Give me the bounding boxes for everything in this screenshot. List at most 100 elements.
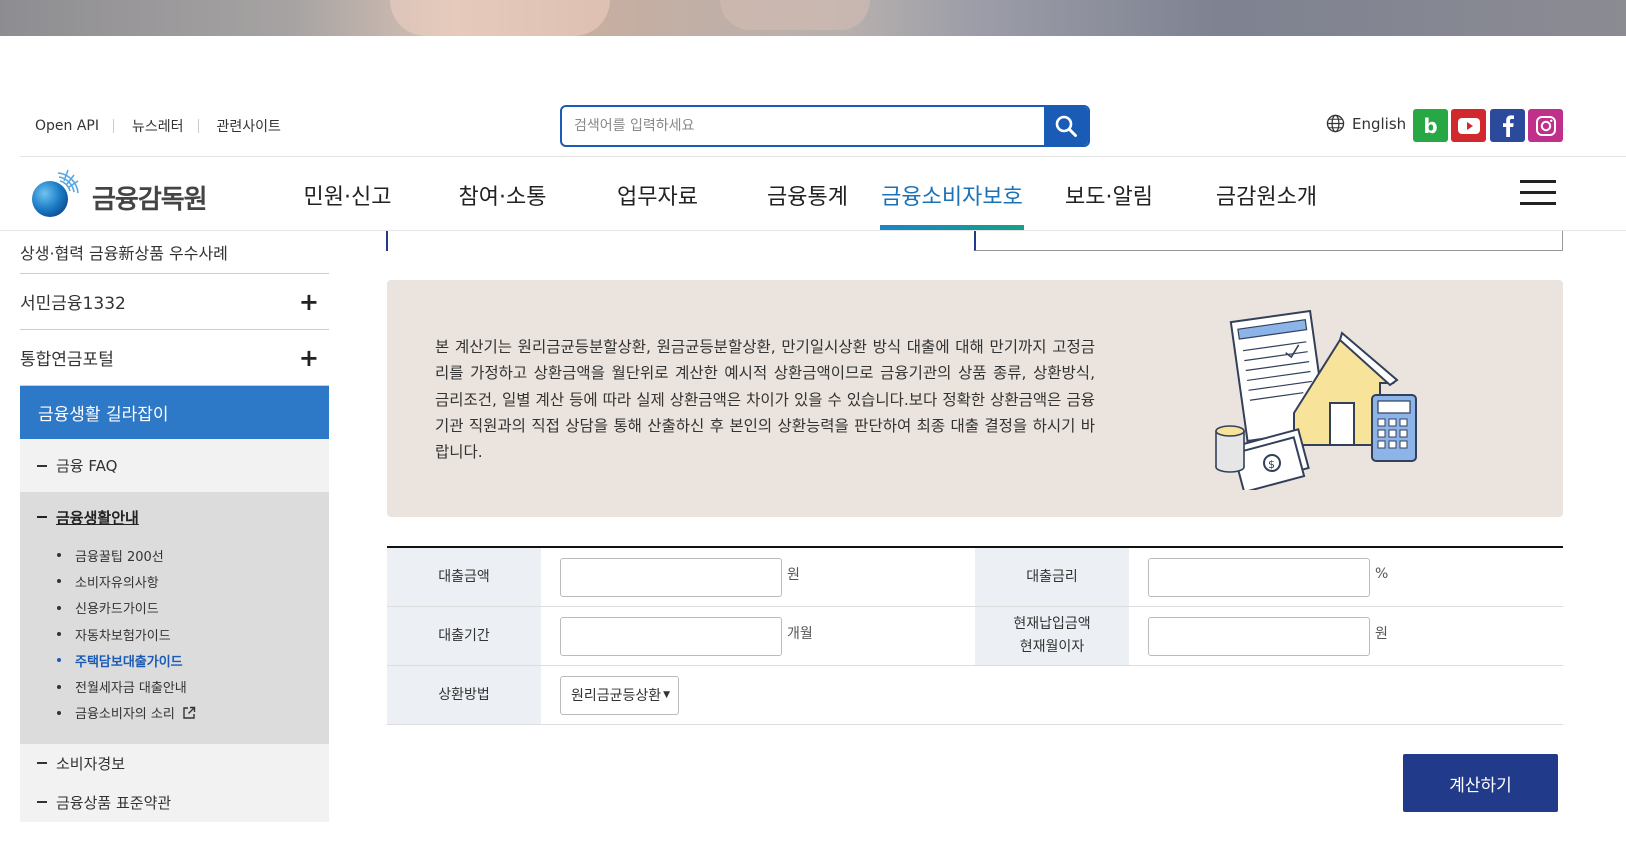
bullet-icon <box>57 632 61 637</box>
nav-item-statistics[interactable]: 금융통계 <box>735 160 880 230</box>
link-label: 금융꿀팁 200선 <box>75 549 164 565</box>
sidebar-link-mortgage[interactable]: 주택담보대출가이드 <box>20 647 329 673</box>
form-row: 대출금액 원 대출금리 % <box>387 548 1563 607</box>
link-label: 자동차보험가이드 <box>75 628 171 644</box>
blog-link[interactable]: b <box>1413 109 1448 142</box>
sidebar-current-section[interactable]: 금융생활 길라잡이 <box>20 386 329 439</box>
utility-link-related-sites[interactable]: 관련사이트 <box>217 116 281 136</box>
sidebar-link-rent-loan[interactable]: 전월세자금 대출안내 <box>20 673 329 699</box>
nav-item-press[interactable]: 보도·알림 <box>1034 160 1184 230</box>
bullet-icon <box>57 553 61 558</box>
bullet-icon <box>57 658 61 663</box>
unit-label: 개월 <box>787 626 813 642</box>
sidebar-group-1332[interactable]: 서민금융1332 + <box>20 274 329 330</box>
sidebar-sub-label: 금융생활안내 <box>56 508 139 527</box>
expand-plus-icon[interactable]: + <box>299 344 319 372</box>
bullet-icon <box>57 710 61 715</box>
globe-icon <box>1326 114 1345 133</box>
link-label: 소비자유의사항 <box>75 575 159 591</box>
main-navigation: 민원·신고 참여·소통 업무자료 금융통계 금융소비자보호 보도·알림 금감원소… <box>270 160 1349 230</box>
sidebar-submenu: 금융 FAQ 금융생활안내 금융꿀팁 200선 소비자유의사항 신용카드가이드 … <box>20 439 329 823</box>
calculate-button[interactable]: 계산하기 <box>1403 754 1558 812</box>
nav-item-participation[interactable]: 참여·소통 <box>425 160 580 230</box>
loan-amount-label: 대출금액 <box>387 548 541 606</box>
repayment-method-select[interactable]: 원리금균등상환 ▼ <box>560 675 680 715</box>
current-payment-label-line2: 현재월이자 <box>1019 639 1085 655</box>
facebook-link[interactable] <box>1490 109 1525 142</box>
unit-label: 원 <box>787 567 800 583</box>
utility-links: Open API 뉴스레터 관련사이트 <box>35 116 281 136</box>
caret-down-icon: ▼ <box>663 690 671 700</box>
sidebar: 상생·협력 금융新상품 우수사례 서민금융1332 + 통합연금포털 + 금융생… <box>20 231 329 823</box>
loan-calculator-form: 대출금액 원 대출금리 % 대출기간 개월 현재납입금액현재월이자 원 상환방법… <box>387 546 1563 725</box>
logo-emblem-icon <box>28 167 80 219</box>
sidebar-group-label: 서민금융1332 <box>20 294 126 314</box>
current-payment-input[interactable] <box>1148 616 1370 656</box>
house-loan-illustration: $ <box>1215 309 1417 490</box>
sidebar-sub-terms[interactable]: 금융상품 표준약관 <box>20 782 329 822</box>
sidebar-group-pension-portal[interactable]: 통합연금포털 + <box>20 330 329 386</box>
sidebar-sub-warning[interactable]: 소비자경보 <box>20 744 329 782</box>
sidebar-sub-guide[interactable]: 금융생활안내 <box>20 492 329 542</box>
loan-rate-label: 대출금리 <box>975 548 1129 606</box>
form-row: 대출기간 개월 현재납입금액 현재월이자 원 <box>387 607 1563 666</box>
repayment-method-label: 상환방법 <box>387 666 541 724</box>
dash-icon <box>37 762 47 765</box>
header-divider <box>20 156 1626 157</box>
sidebar-item-coexistence[interactable]: 상생·협력 금융新상품 우수사례 <box>20 231 329 274</box>
loan-period-input[interactable] <box>560 616 782 656</box>
nav-item-about[interactable]: 금감원소개 <box>1184 160 1349 230</box>
menu-icon[interactable] <box>1520 180 1556 206</box>
loan-amount-input[interactable] <box>560 557 782 597</box>
bullet-icon <box>57 684 61 689</box>
loan-rate-input[interactable] <box>1148 557 1370 597</box>
nav-item-complaints[interactable]: 민원·신고 <box>270 160 425 230</box>
hero-banner-image <box>0 0 1626 36</box>
nav-item-consumer-protection[interactable]: 금융소비자보호 <box>880 160 1024 230</box>
blog-icon: b <box>1423 113 1438 138</box>
nav-item-work-materials[interactable]: 업무자료 <box>580 160 735 230</box>
language-label: English <box>1352 114 1407 133</box>
utility-link-newsletter[interactable]: 뉴스레터 <box>132 116 184 136</box>
sidebar-sub-label: 금융상품 표준약관 <box>56 793 172 812</box>
expand-plus-icon[interactable]: + <box>299 288 319 316</box>
bullet-icon <box>57 605 61 610</box>
search-button[interactable] <box>1044 107 1088 145</box>
bullet-icon <box>57 579 61 584</box>
loan-period-label: 대출기간 <box>387 607 541 665</box>
search-box <box>560 105 1090 147</box>
unit-label: % <box>1375 566 1389 582</box>
utility-link-open-api[interactable]: Open API <box>35 118 99 134</box>
facebook-icon <box>1502 114 1514 137</box>
sidebar-guide-box: 금융생활안내 금융꿀팁 200선 소비자유의사항 신용카드가이드 자동차보험가이… <box>20 492 329 745</box>
sidebar-sub-faq[interactable]: 금융 FAQ <box>20 439 329 492</box>
language-switch[interactable]: English <box>1326 114 1406 133</box>
sidebar-link-tips[interactable]: 금융꿀팁 200선 <box>20 542 329 568</box>
link-label: 전월세자금 대출안내 <box>75 681 187 697</box>
dash-icon <box>37 516 47 518</box>
youtube-icon <box>1457 117 1480 134</box>
search-input[interactable] <box>562 107 1046 145</box>
svg-text:$: $ <box>1268 458 1275 471</box>
content-frame-left <box>386 231 388 251</box>
sidebar-group-label: 통합연금포털 <box>20 350 114 370</box>
sidebar-link-car-insurance[interactable]: 자동차보험가이드 <box>20 621 329 647</box>
dash-icon <box>37 464 47 467</box>
content-frame-right <box>974 231 1563 251</box>
sidebar-link-cautions[interactable]: 소비자유의사항 <box>20 568 329 594</box>
site-logo[interactable]: 금융감독원 <box>28 167 208 219</box>
form-row: 상환방법 원리금균등상환 ▼ <box>387 666 1563 725</box>
current-payment-label-line1: 현재납입금액 <box>1013 616 1091 632</box>
sidebar-link-consumer-voice[interactable]: 금융소비자의 소리 <box>20 700 329 726</box>
link-label: 금융소비자의 소리 <box>75 707 175 723</box>
notice-text: 본 계산기는 원리금균등분할상환, 원금균등분할상환, 만기일시상환 방식 대출… <box>435 338 1095 462</box>
instagram-icon <box>1535 115 1556 136</box>
sidebar-link-credit-card[interactable]: 신용카드가이드 <box>20 595 329 621</box>
search-icon <box>1055 115 1077 137</box>
instagram-link[interactable] <box>1528 109 1563 142</box>
youtube-link[interactable] <box>1451 109 1486 142</box>
sidebar-sub-label: 소비자경보 <box>56 754 126 773</box>
logo-text: 금융감독원 <box>92 184 208 215</box>
link-label: 신용카드가이드 <box>75 602 159 618</box>
sidebar-sub-label: 금융 FAQ <box>56 457 118 475</box>
